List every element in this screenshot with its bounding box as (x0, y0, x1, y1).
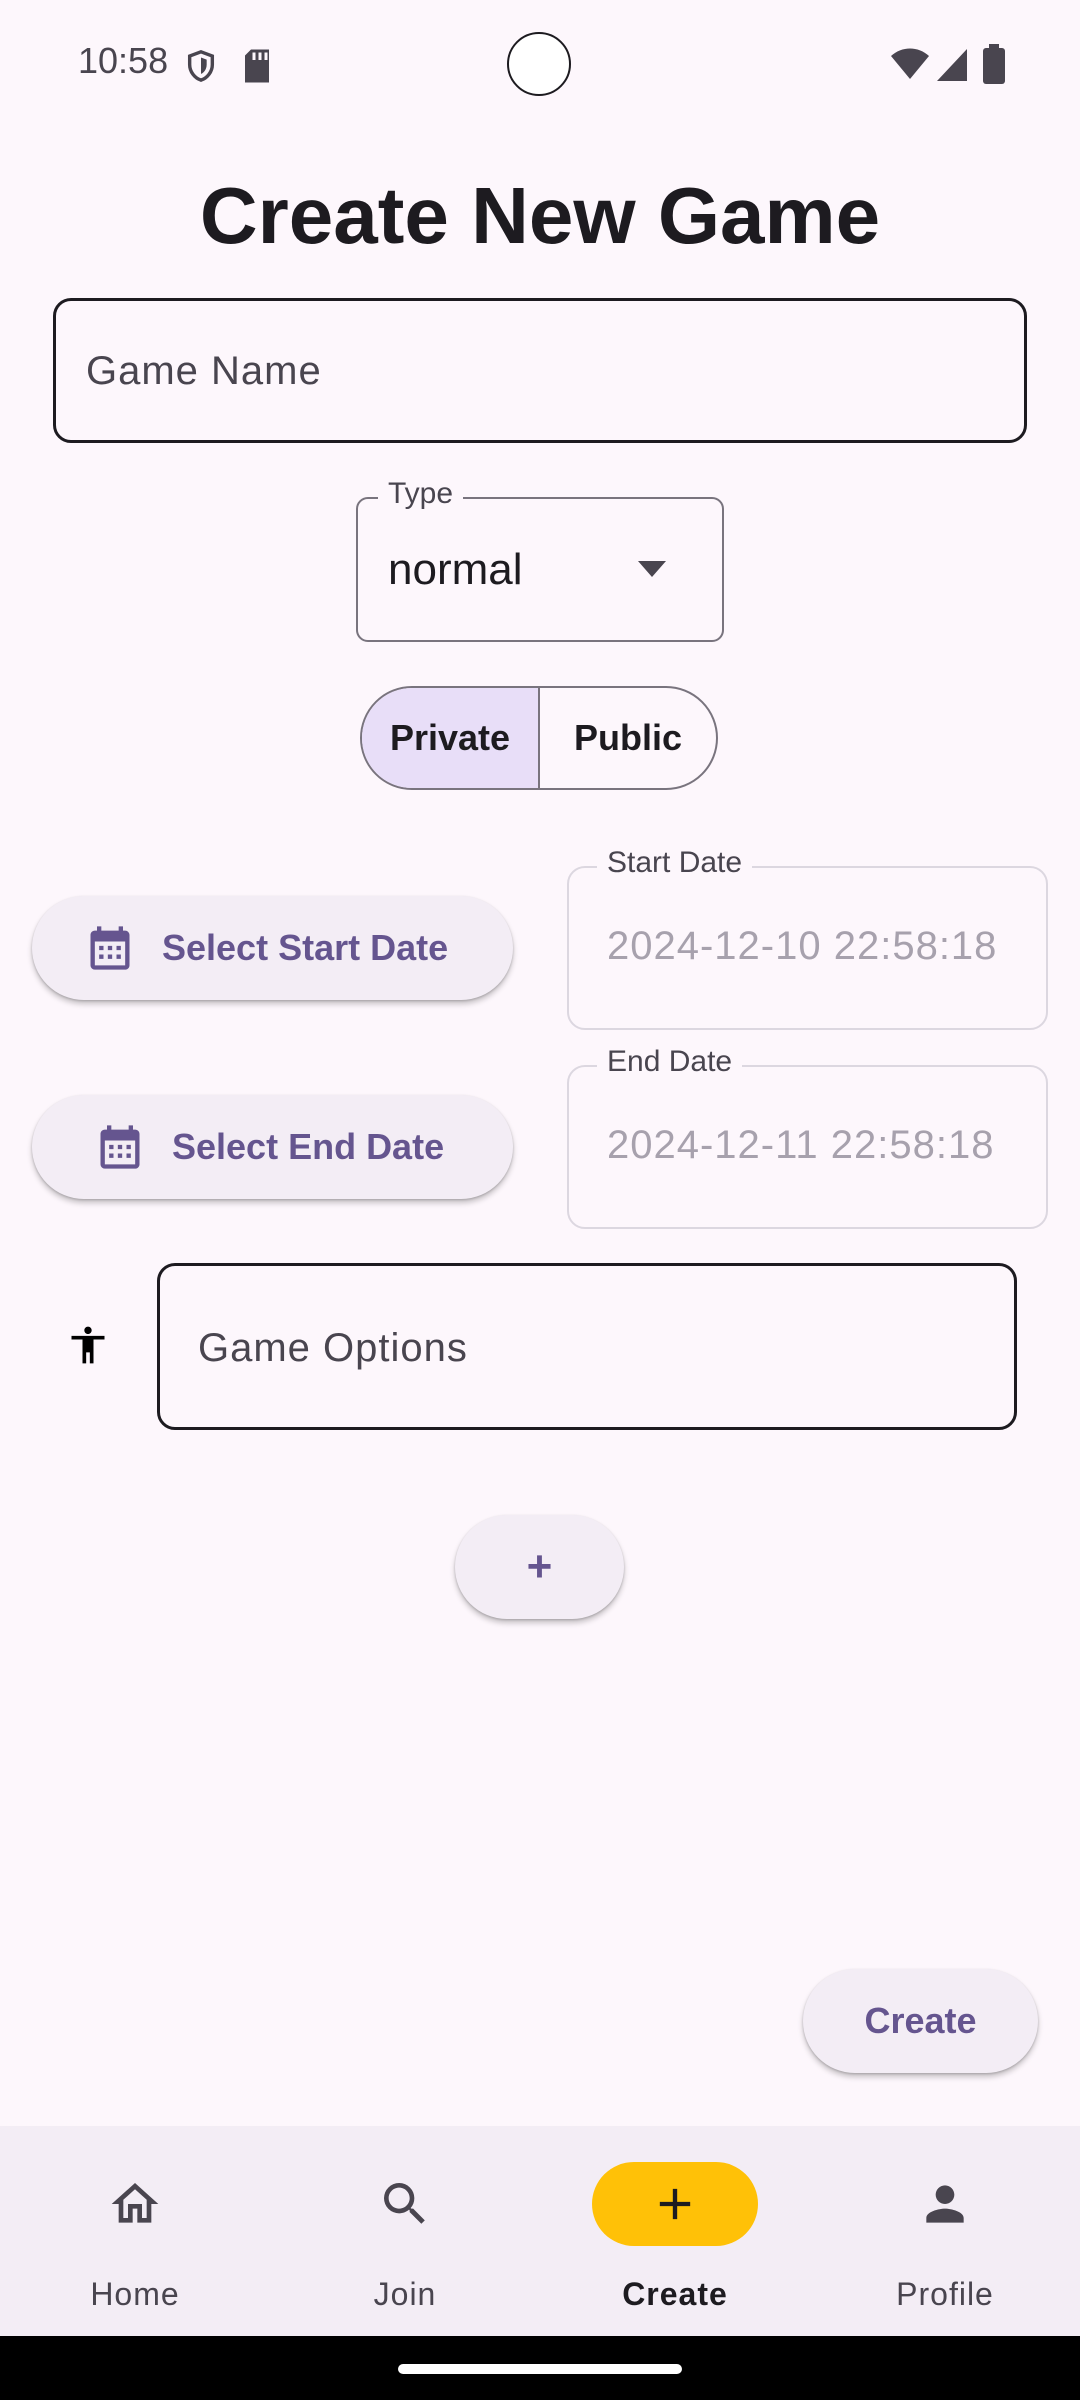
nav-item-profile[interactable]: Profile (810, 2126, 1080, 2336)
end-date-value: 2024-12-11 22:58:18 (607, 1123, 995, 1167)
game-name-input[interactable]: Game Name (53, 298, 1027, 443)
add-icon (659, 2188, 691, 2220)
sd-card-icon (245, 49, 269, 83)
select-end-date-label: Select End Date (172, 1126, 445, 1167)
nav-item-join[interactable]: Join (270, 2126, 540, 2336)
start-date-field[interactable]: Start Date 2024-12-10 22:58:18 (567, 846, 1048, 1030)
person-icon (926, 2185, 964, 2223)
nav-item-create[interactable]: Create (540, 2126, 810, 2336)
add-icon: + (526, 1542, 553, 1591)
select-end-date-button[interactable]: Select End Date (32, 1095, 513, 1199)
calendar-icon (90, 926, 130, 970)
shield-icon (187, 50, 215, 82)
status-time: 10:58 (78, 40, 169, 81)
home-gesture-handle[interactable] (398, 2364, 682, 2374)
start-date-value: 2024-12-10 22:58:18 (607, 924, 998, 968)
home-icon (111, 2183, 159, 2223)
segment-private[interactable]: Private (362, 688, 540, 788)
accessibility-icon (71, 1326, 105, 1364)
search-icon (384, 2183, 425, 2224)
segment-public-label: Public (573, 717, 683, 758)
select-start-date-label: Select Start Date (162, 927, 449, 968)
select-start-date-button[interactable]: Select Start Date (32, 896, 513, 1000)
type-dropdown[interactable]: Type normal (356, 477, 724, 642)
nav-label-join: Join (373, 2276, 437, 2312)
battery-icon (983, 44, 1005, 84)
game-name-placeholder: Game Name (86, 349, 322, 393)
nav-label-create: Create (622, 2276, 728, 2312)
nav-active-indicator (592, 2162, 758, 2246)
start-date-label: Start Date (597, 846, 753, 880)
segment-public[interactable]: Public (540, 688, 716, 788)
nav-item-home[interactable]: Home (0, 2126, 270, 2336)
add-option-button[interactable]: + (455, 1515, 624, 1619)
page-title: Create New Game (199, 171, 881, 260)
create-button-label: Create (864, 2000, 977, 2041)
bottom-navigation: Home Join Create Profile (0, 2126, 1080, 2336)
front-camera (507, 32, 571, 96)
create-button[interactable]: Create (803, 1969, 1038, 2073)
segment-private-label: Private (389, 717, 511, 758)
type-label: Type (378, 477, 464, 511)
nav-label-home: Home (90, 2276, 180, 2312)
signal-icon (937, 49, 967, 81)
game-options-placeholder: Game Options (198, 1326, 468, 1370)
end-date-label: End Date (597, 1045, 743, 1079)
type-value: normal (388, 545, 523, 594)
end-date-field[interactable]: End Date 2024-12-11 22:58:18 (567, 1045, 1048, 1229)
calendar-icon (100, 1125, 140, 1169)
dropdown-arrow-icon (638, 561, 666, 577)
nav-label-profile: Profile (896, 2276, 994, 2312)
game-options-input[interactable]: Game Options (157, 1263, 1017, 1430)
wifi-icon (891, 48, 929, 79)
visibility-toggle[interactable]: Private Public (360, 686, 718, 790)
